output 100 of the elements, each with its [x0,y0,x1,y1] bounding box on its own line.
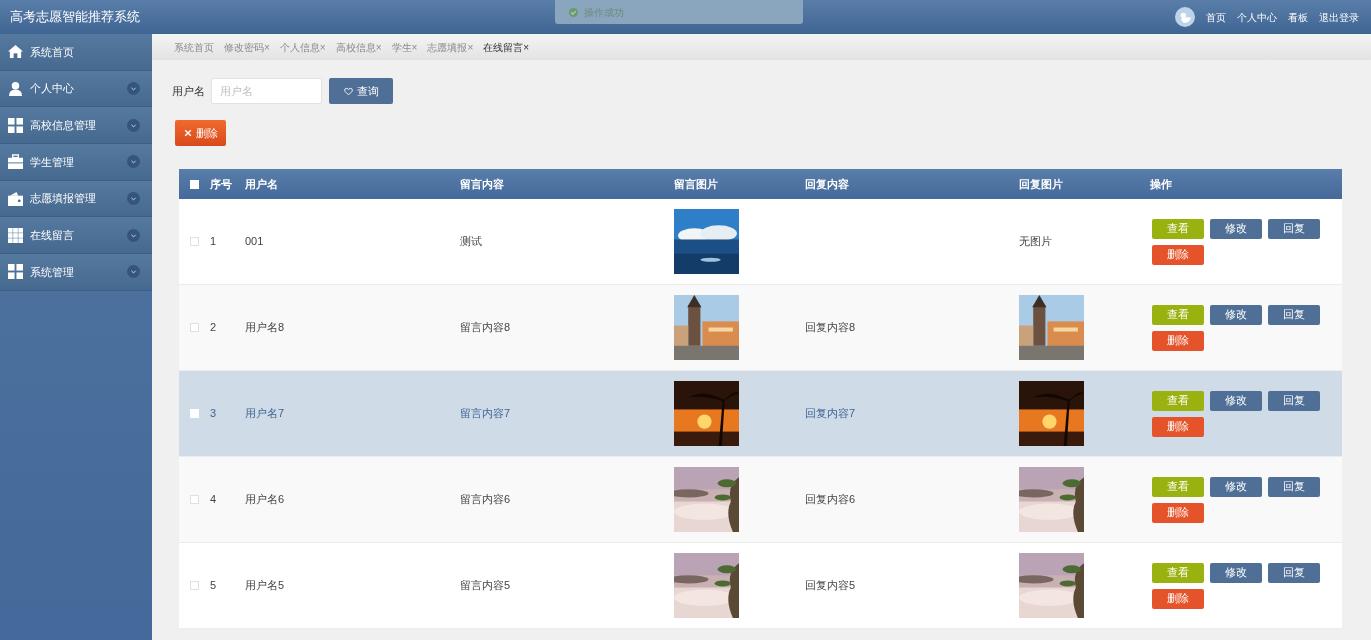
grid-icon [8,264,23,280]
page-tab[interactable]: 志愿填报× [427,39,474,55]
edit-button[interactable]: 修改 [1210,390,1262,411]
sidebar-label: 志愿填报管理 [30,191,97,207]
column-header: 序号 [210,177,232,190]
column-header: 留言内容 [460,177,504,190]
nav-link[interactable]: 首页 [1206,9,1226,25]
edit-button[interactable]: 修改 [1210,218,1262,239]
delete-button[interactable]: 删除 [1152,416,1204,437]
delete-button[interactable]: 删除 [1152,330,1204,351]
heart-icon [343,86,353,96]
table-cell: 无图片 [1019,235,1052,248]
table-cell: 留言内容6 [460,493,511,506]
sidebar-label: 个人中心 [30,81,75,97]
page-tab[interactable]: 修改密码× [224,39,270,55]
sidebar-label: 学生管理 [30,154,75,170]
table-row[interactable]: 2 用户名8 留言内容8 回复内容8 查看 修改 回复 删除 [179,285,1342,371]
table-row[interactable]: 3 用户名7 留言内容7 回复内容7 查看 修改 回复 删除 [179,371,1342,457]
column-header: 留言图片 [674,177,718,190]
nav-link[interactable]: 个人中心 [1237,9,1277,25]
chevron-down-icon[interactable] [127,228,140,242]
reply-button[interactable]: 回复 [1268,304,1320,325]
table-cell: 留言内容5 [460,579,511,592]
grid-icon [8,117,23,133]
table-cell: 回复内容5 [805,579,856,592]
edit-button[interactable]: 修改 [1210,476,1262,497]
chevron-down-icon[interactable] [127,192,140,206]
briefcase-icon [8,154,23,170]
chevron-down-icon[interactable] [127,82,140,96]
check-icon [569,7,578,17]
delete-button[interactable]: 删除 [1152,588,1204,609]
page-tab[interactable]: 系统首页 [174,39,214,55]
row-checkbox[interactable] [190,581,199,590]
reply-button[interactable]: 回复 [1268,390,1320,411]
edit-button[interactable]: 修改 [1210,304,1262,325]
sidebar-item[interactable]: 在线留言 [0,217,152,255]
chevron-down-icon[interactable] [127,155,140,169]
sidebar-item[interactable]: 个人中心 [0,70,152,108]
page-tab[interactable]: 个人信息× [279,39,326,55]
sidebar-label: 系统首页 [30,44,75,60]
row-checkbox[interactable] [190,495,199,504]
chevron-down-icon[interactable] [127,265,140,279]
sidebar-item[interactable]: 学生管理 [0,144,152,181]
nav-link[interactable]: 退出登录 [1319,9,1359,25]
sidebar-item[interactable]: 系统首页 [0,34,152,71]
table-cell: 测试 [460,235,482,248]
bulk-delete-button[interactable]: 删除 [175,120,226,146]
table-cell: 001 [245,235,264,248]
table-cell: 留言内容7 [460,407,511,420]
reply-button[interactable]: 回复 [1268,562,1320,583]
table-cell: 用户名7 [245,407,285,420]
table-row[interactable]: 1 001 测试 无图片 查看 修改 回复 删除 [179,199,1342,285]
table-cell: 回复内容7 [805,407,856,420]
sidebar-item[interactable]: 志愿填报管理 [0,180,152,218]
avatar-icon[interactable] [1175,7,1195,27]
app-title: 高考志愿智能推荐系统 [10,8,140,27]
reply-button[interactable]: 回复 [1268,476,1320,497]
home-icon [8,44,23,60]
wallet-icon [8,191,23,207]
table-cell: 5 [210,579,217,592]
table-cell: 3 [210,407,217,420]
reply-button[interactable]: 回复 [1268,218,1320,239]
column-header: 回复内容 [805,177,849,190]
table-cell: 1 [210,235,217,248]
delete-button[interactable]: 删除 [1152,244,1204,265]
table-row[interactable]: 4 用户名6 留言内容6 回复内容6 查看 修改 回复 删除 [179,457,1342,543]
edit-button[interactable]: 修改 [1210,562,1262,583]
sidebar-item[interactable]: 系统管理 [0,254,152,291]
column-header: 操作 [1150,177,1172,190]
chevron-down-icon[interactable] [127,118,140,132]
user-icon [8,81,23,97]
grid-icon [8,227,23,243]
toast-text: 操作成功 [584,5,624,20]
search-label: 用户名 [172,83,205,99]
sidebar-label: 系统管理 [30,264,75,280]
row-checkbox[interactable] [190,323,199,332]
sidebar-label: 在线留言 [30,228,75,244]
table-cell: 用户名6 [245,493,285,506]
table-cell: 2 [210,321,217,334]
column-header: 回复图片 [1019,177,1063,190]
table-cell: 用户名5 [245,579,285,592]
page-tab[interactable]: 学生× [391,39,418,55]
table-cell: 留言内容8 [460,321,511,334]
table-cell: 回复内容8 [805,321,856,334]
select-all-checkbox[interactable] [190,179,199,189]
page-tab[interactable]: 高校信息× [335,39,382,55]
page-tab[interactable]: 在线留言× [483,39,530,55]
nav-link[interactable]: 看板 [1288,9,1308,25]
table-cell: 用户名8 [245,321,285,334]
row-checkbox[interactable] [190,237,199,246]
table-row[interactable]: 5 用户名5 留言内容5 回复内容5 查看 修改 回复 删除 [179,543,1342,629]
search-field[interactable]: 用户名 [211,78,322,104]
delete-button[interactable]: 删除 [1152,502,1204,523]
close-icon [183,129,192,137]
column-header: 用户名 [245,177,278,190]
search-button[interactable]: 查询 [329,78,393,104]
table-cell: 回复内容6 [805,493,856,506]
sidebar-item[interactable]: 高校信息管理 [0,107,152,145]
sidebar-label: 高校信息管理 [30,117,97,133]
table-cell: 4 [210,493,217,506]
